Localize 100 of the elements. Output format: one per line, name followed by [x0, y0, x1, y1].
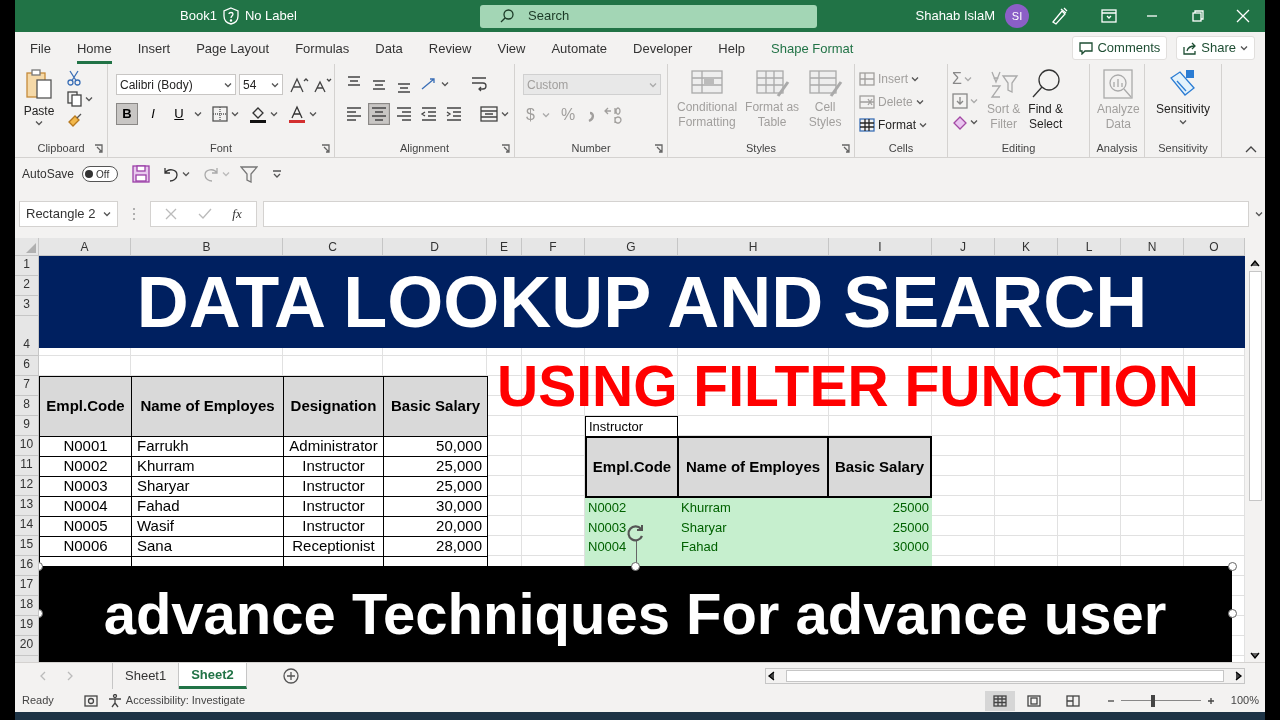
ribbon-tab[interactable]: Shape Format	[771, 36, 854, 64]
ribbon-tab[interactable]: Data	[375, 36, 403, 64]
scroll-up-icon[interactable]	[1250, 259, 1260, 267]
italic-button[interactable]: I	[142, 103, 164, 125]
row-header[interactable]: 8	[15, 396, 39, 416]
dialog-launcher-icon[interactable]	[654, 144, 663, 153]
accessibility-button[interactable]: Accessibility: Investigate	[107, 692, 245, 709]
underline-button[interactable]: U	[168, 103, 190, 125]
column-header[interactable]: E	[487, 238, 522, 256]
ribbon-tab[interactable]: View	[497, 36, 526, 64]
fill-color-icon[interactable]	[249, 105, 267, 123]
caret-icon[interactable]	[35, 120, 43, 126]
caret-icon[interactable]	[224, 81, 232, 88]
selection-handle[interactable]	[1228, 562, 1237, 571]
caption-rectangle[interactable]: advance Techniques For advance user	[39, 566, 1232, 662]
row-header[interactable]: 15	[15, 536, 39, 556]
ribbon-tab[interactable]: Automate	[551, 36, 608, 64]
zoom-slider-thumb[interactable]	[1150, 694, 1155, 707]
font-size-field[interactable]: 54	[239, 74, 283, 95]
restore-icon[interactable]	[1192, 10, 1204, 22]
caret-icon[interactable]	[441, 81, 449, 87]
pen-icon[interactable]	[1050, 7, 1068, 25]
selection-handle[interactable]	[1228, 609, 1237, 618]
column-header[interactable]: F	[522, 238, 585, 256]
paste-button[interactable]: Paste	[19, 68, 59, 138]
name-box[interactable]: Rectangle 2	[19, 201, 118, 227]
eraser-icon[interactable]	[952, 114, 968, 130]
formula-input[interactable]	[263, 201, 1249, 227]
row-header[interactable]: 14	[15, 516, 39, 536]
dialog-launcher-icon[interactable]	[841, 144, 850, 153]
cut-icon[interactable]	[67, 70, 81, 86]
caret-icon[interactable]	[103, 211, 111, 217]
ribbon-tab[interactable]: File	[30, 36, 51, 64]
ribbon-button[interactable]: Format	[859, 116, 927, 134]
column-header[interactable]: J	[932, 238, 995, 256]
caret-icon[interactable]	[182, 171, 191, 177]
column-header[interactable]: A	[39, 238, 131, 256]
column-header[interactable]: C	[283, 238, 383, 256]
column-header[interactable]: G	[585, 238, 678, 256]
macro-recording-icon[interactable]	[83, 693, 98, 708]
caret-icon[interactable]	[309, 111, 317, 117]
caret-icon[interactable]	[919, 122, 927, 128]
collapse-ribbon-icon[interactable]	[1245, 145, 1257, 153]
column-header[interactable]: O	[1184, 238, 1245, 256]
share-button[interactable]: Share	[1176, 36, 1255, 60]
merge-cells-icon[interactable]	[478, 103, 500, 125]
page-break-view-icon[interactable]	[1066, 694, 1081, 707]
column-header[interactable]: N	[1121, 238, 1184, 256]
ribbon-button[interactable]: Find & Select	[1025, 68, 1067, 138]
caret-icon[interactable]	[501, 111, 509, 117]
caret-icon[interactable]	[1255, 211, 1263, 217]
undo-icon[interactable]	[162, 166, 181, 182]
fill-down-icon[interactable]	[952, 93, 968, 109]
row-header[interactable]: 13	[15, 496, 39, 516]
row-header[interactable]: 9	[15, 416, 39, 436]
insert-function-button[interactable]: fx	[232, 204, 242, 224]
ribbon-tab[interactable]: Review	[428, 36, 472, 64]
drag-handle-icon[interactable]	[132, 207, 136, 221]
save-icon[interactable]	[132, 165, 151, 183]
column-header[interactable]: H	[678, 238, 829, 256]
font-color-icon[interactable]	[288, 105, 306, 123]
row-header[interactable]: 11	[15, 456, 39, 476]
scroll-down-icon[interactable]	[1250, 652, 1260, 660]
horizontal-scrollbar-thumb[interactable]	[786, 670, 1224, 682]
ribbon-tab[interactable]: Insert	[137, 36, 171, 64]
row-header[interactable]: 12	[15, 476, 39, 496]
normal-view-icon[interactable]	[992, 694, 1007, 707]
column-header[interactable]: K	[995, 238, 1058, 256]
page-layout-view-icon[interactable]	[1027, 694, 1042, 707]
format-painter-icon[interactable]	[67, 112, 83, 128]
dialog-launcher-icon[interactable]	[321, 144, 330, 153]
autosave-toggle[interactable]: Off	[82, 166, 119, 182]
selection-handle[interactable]	[631, 562, 640, 571]
ribbon-tab[interactable]: Formulas	[295, 36, 350, 64]
caret-icon[interactable]	[231, 111, 239, 117]
ribbon-button[interactable]: Sensitivity	[1153, 68, 1214, 138]
user-avatar[interactable]: SI	[1005, 4, 1029, 28]
zoom-in-icon[interactable]	[1206, 696, 1215, 705]
caret-icon[interactable]	[271, 81, 279, 88]
dialog-launcher-icon[interactable]	[94, 144, 103, 153]
column-header[interactable]: B	[131, 238, 283, 256]
align-center-icon[interactable]	[368, 103, 390, 125]
row-header[interactable]: 7	[15, 376, 39, 396]
zoom-level[interactable]: 100%	[1230, 692, 1259, 709]
column-header[interactable]: L	[1058, 238, 1121, 256]
column-header[interactable]: D	[383, 238, 487, 256]
row-header[interactable]: 10	[15, 436, 39, 456]
copy-icon[interactable]	[67, 91, 83, 107]
customize-toolbar-icon[interactable]	[272, 169, 283, 179]
search-field[interactable]: Search	[480, 4, 817, 28]
dialog-launcher-icon[interactable]	[501, 144, 510, 153]
caret-icon[interactable]	[85, 96, 93, 102]
caret-icon[interactable]	[194, 111, 202, 117]
borders-icon[interactable]	[212, 106, 228, 122]
scrollbar-thumb[interactable]	[1248, 271, 1262, 501]
ribbon-tab[interactable]: Help	[718, 36, 746, 64]
rotate-handle-icon[interactable]	[626, 523, 646, 543]
caret-icon[interactable]	[270, 111, 278, 117]
column-header[interactable]: I	[829, 238, 932, 256]
clipboard-icon[interactable]	[25, 68, 53, 100]
